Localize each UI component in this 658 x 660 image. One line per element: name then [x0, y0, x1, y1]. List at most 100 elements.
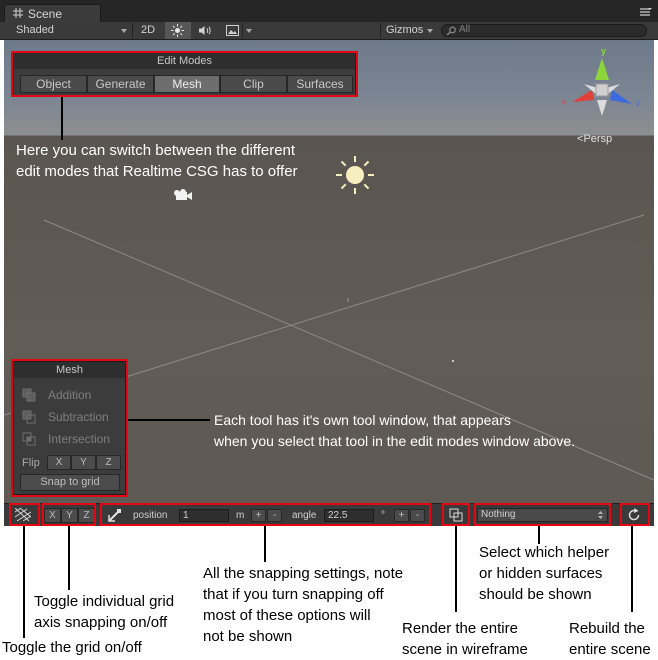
csg-bottom-bar: X Y Z position 1 m + - angle 22.5 ° + - …	[4, 503, 654, 526]
svg-text:z: z	[636, 99, 640, 108]
snap-icon	[108, 509, 121, 522]
callout-line	[128, 419, 210, 421]
svg-text:x: x	[562, 97, 566, 106]
subtraction-label: Subtraction	[48, 410, 109, 424]
angle-decrease-button[interactable]: -	[410, 509, 425, 522]
mode-button-object[interactable]: Object	[20, 75, 87, 93]
flip-label: Flip	[22, 457, 40, 469]
helper-surfaces-dropdown[interactable]: Nothing	[477, 508, 608, 522]
flip-y-button[interactable]: Y	[71, 455, 96, 470]
position-snap-input[interactable]: 1	[179, 509, 229, 522]
refresh-icon	[628, 508, 640, 521]
scene-toolbar: Shaded 2D Gizmos All	[0, 22, 658, 40]
annotation-line: entire scene	[569, 641, 651, 658]
tool-window-annotation: Each tool has it's own tool window, that…	[214, 410, 575, 452]
position-increase-button[interactable]: +	[251, 509, 266, 522]
mode-button-mesh[interactable]: Mesh	[154, 75, 220, 93]
2d-label: 2D	[141, 24, 156, 36]
annotation-line: edit modes that Realtime CSG has to offe…	[16, 163, 298, 180]
annotation-line: should be shown	[479, 586, 592, 603]
axis-snapping-annotation: Toggle individual grid axis snapping on/…	[34, 591, 174, 633]
chevron-updown-icon	[598, 511, 603, 519]
search-icon	[446, 26, 456, 36]
scene-lighting-toggle[interactable]	[165, 22, 191, 39]
gizmos-dropdown[interactable]: Gizmos	[381, 22, 437, 39]
callout-line	[264, 526, 266, 562]
window-tab-bar: Scene	[0, 0, 658, 22]
hamburger-menu-icon[interactable]	[640, 8, 652, 17]
mode-button-surfaces[interactable]: Surfaces	[287, 75, 353, 93]
helper-surfaces-annotation: Select which helper or hidden surfaces s…	[479, 542, 609, 605]
addition-button[interactable]: Addition	[22, 386, 122, 404]
mesh-panel-title: Mesh	[14, 362, 125, 378]
axis-snap-y-button[interactable]: Y	[61, 508, 78, 523]
annotation-line: scene in wireframe	[402, 641, 528, 658]
chevron-down-icon	[427, 29, 433, 33]
position-decrease-button[interactable]: -	[267, 509, 282, 522]
mode-button-generate[interactable]: Generate	[87, 75, 154, 93]
wireframe-toggle-button[interactable]	[445, 506, 467, 524]
annotation-line: Render the entire	[402, 620, 518, 637]
sun-gizmo-icon[interactable]	[334, 154, 376, 196]
search-input[interactable]: All	[441, 24, 647, 37]
rebuild-annotation: Rebuild the entire scene	[569, 618, 651, 660]
angle-increase-button[interactable]: +	[394, 509, 409, 522]
angle-unit: °	[381, 510, 385, 521]
helper-surfaces-value: Nothing	[481, 509, 516, 520]
chevron-down-icon	[121, 29, 127, 33]
position-unit: m	[236, 510, 245, 521]
snapping-settings-annotation: All the snapping settings, note that if …	[203, 563, 403, 647]
annotation-line: axis snapping on/off	[34, 614, 168, 631]
annotation-line: or hidden surfaces	[479, 565, 603, 582]
wireframe-icon	[449, 508, 463, 522]
search-placeholder: All	[459, 24, 471, 35]
scene-viewport[interactable]: y x z <Persp Edit Modes Object Generate …	[4, 40, 654, 526]
annotation-line: Here you can switch between the differen…	[16, 142, 296, 159]
annotation-line: Rebuild the	[569, 620, 645, 637]
annotation-line: that if you turn snapping off	[203, 586, 384, 603]
edit-modes-annotation: Here you can switch between the differen…	[16, 140, 298, 182]
edit-modes-panel: Edit Modes Object Generate Mesh Clip Sur…	[13, 52, 356, 96]
snap-to-grid-button[interactable]: Snap to grid	[20, 474, 120, 491]
callout-line	[631, 526, 633, 612]
projection-label[interactable]: <Persp	[577, 133, 612, 145]
mode-button-clip[interactable]: Clip	[220, 75, 287, 93]
wireframe-annotation: Render the entire scene in wireframe	[402, 618, 528, 660]
shading-mode-dropdown[interactable]: Shaded	[0, 22, 131, 39]
axis-snap-z-button[interactable]: Z	[78, 508, 95, 523]
angle-snap-input[interactable]: 22.5	[324, 509, 374, 522]
axis-snap-x-button[interactable]: X	[44, 508, 61, 523]
flip-z-button[interactable]: Z	[96, 455, 121, 470]
shading-mode-value: Shaded	[16, 24, 54, 36]
csg-addition-icon	[22, 388, 36, 402]
tab-scene[interactable]: Scene	[4, 4, 101, 22]
callout-line	[455, 526, 457, 612]
grid-icon	[13, 8, 23, 18]
svg-text:y: y	[601, 46, 606, 56]
chevron-down-icon	[246, 29, 252, 33]
rebuild-scene-button[interactable]	[622, 506, 646, 524]
2d-toggle-button[interactable]: 2D	[134, 22, 162, 39]
annotation-line: All the snapping settings, note	[203, 565, 404, 582]
scene-audio-toggle[interactable]	[193, 22, 219, 39]
tab-label: Scene	[28, 7, 63, 21]
intersection-label: Intersection	[48, 432, 111, 446]
subtraction-button[interactable]: Subtraction	[22, 408, 122, 426]
grid-toggle-button[interactable]	[11, 506, 35, 524]
callout-line	[61, 97, 63, 140]
annotation-line: Each tool has it's own tool window, that…	[214, 412, 511, 428]
callout-line	[68, 526, 70, 590]
edit-modes-title: Edit Modes	[14, 53, 355, 69]
camera-gizmo-icon[interactable]	[171, 189, 193, 203]
annotation-line: Toggle individual grid	[34, 593, 175, 610]
snapping-toggle-button[interactable]	[105, 506, 125, 524]
orientation-gizmo[interactable]: y x z	[562, 44, 646, 126]
angle-label: angle	[292, 510, 317, 521]
flip-x-button[interactable]: X	[47, 455, 71, 470]
scene-effects-dropdown[interactable]	[221, 22, 255, 39]
gizmos-label: Gizmos	[386, 24, 424, 36]
mesh-tool-panel: Mesh Addition Subtraction Intersection F…	[13, 361, 126, 495]
projection-mode: Persp	[583, 133, 613, 145]
grid-toggle-icon	[15, 508, 31, 522]
intersection-button[interactable]: Intersection	[22, 430, 122, 448]
